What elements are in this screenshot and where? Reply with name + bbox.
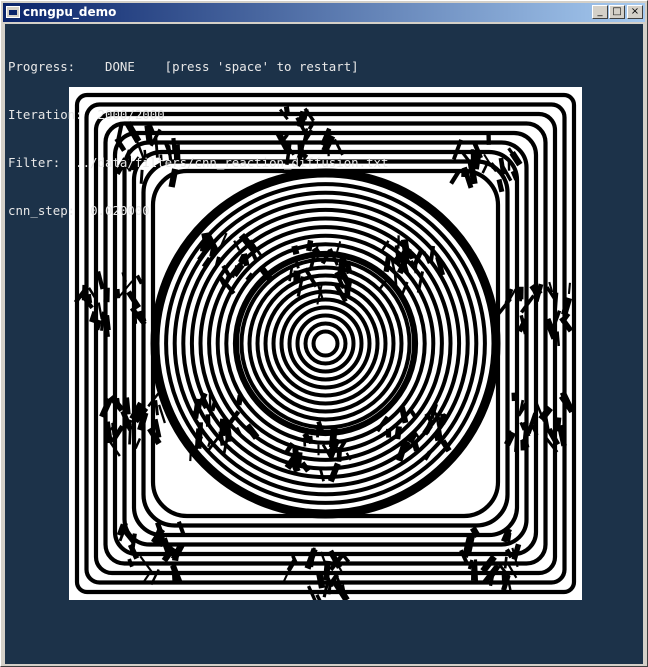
- maximize-icon: □: [612, 6, 622, 17]
- window-controls: _ □ ×: [591, 5, 643, 19]
- minimize-icon: _: [597, 6, 603, 17]
- filter-line: Filter: ../data/filters/cnn_reaction_dif…: [8, 155, 388, 171]
- progress-label: Progress:: [8, 59, 76, 74]
- close-button[interactable]: ×: [627, 5, 643, 19]
- app-window-icon: [6, 6, 20, 18]
- progress-value: DONE: [104, 59, 135, 74]
- render-canvas[interactable]: Progress: DONE [press 'space' to restart…: [5, 24, 643, 664]
- step-label: cnn_step:: [8, 203, 76, 218]
- window-title: cnngpu_demo: [23, 5, 117, 19]
- app-window: cnngpu_demo _ □ × Progress: DONE [press …: [0, 0, 648, 667]
- iteration-value: 2000/2000: [97, 107, 165, 122]
- progress-line: Progress: DONE [press 'space' to restart…: [8, 59, 388, 75]
- progress-hint: [press 'space' to restart]: [164, 59, 359, 74]
- iteration-label: Iteration:: [8, 107, 83, 122]
- step-value: 0.020000: [90, 203, 150, 218]
- filter-label: Filter:: [8, 155, 61, 170]
- step-line: cnn_step: 0.020000: [8, 203, 388, 219]
- iteration-line: Iteration: 2000/2000: [8, 107, 388, 123]
- title-bar[interactable]: cnngpu_demo _ □ ×: [3, 3, 645, 22]
- hud-overlay: Progress: DONE [press 'space' to restart…: [8, 27, 388, 251]
- minimize-button[interactable]: _: [592, 5, 608, 19]
- close-icon: ×: [630, 6, 640, 17]
- maximize-button[interactable]: □: [609, 5, 625, 19]
- filter-value: ../data/filters/cnn_reaction_diffusion.t…: [75, 155, 389, 170]
